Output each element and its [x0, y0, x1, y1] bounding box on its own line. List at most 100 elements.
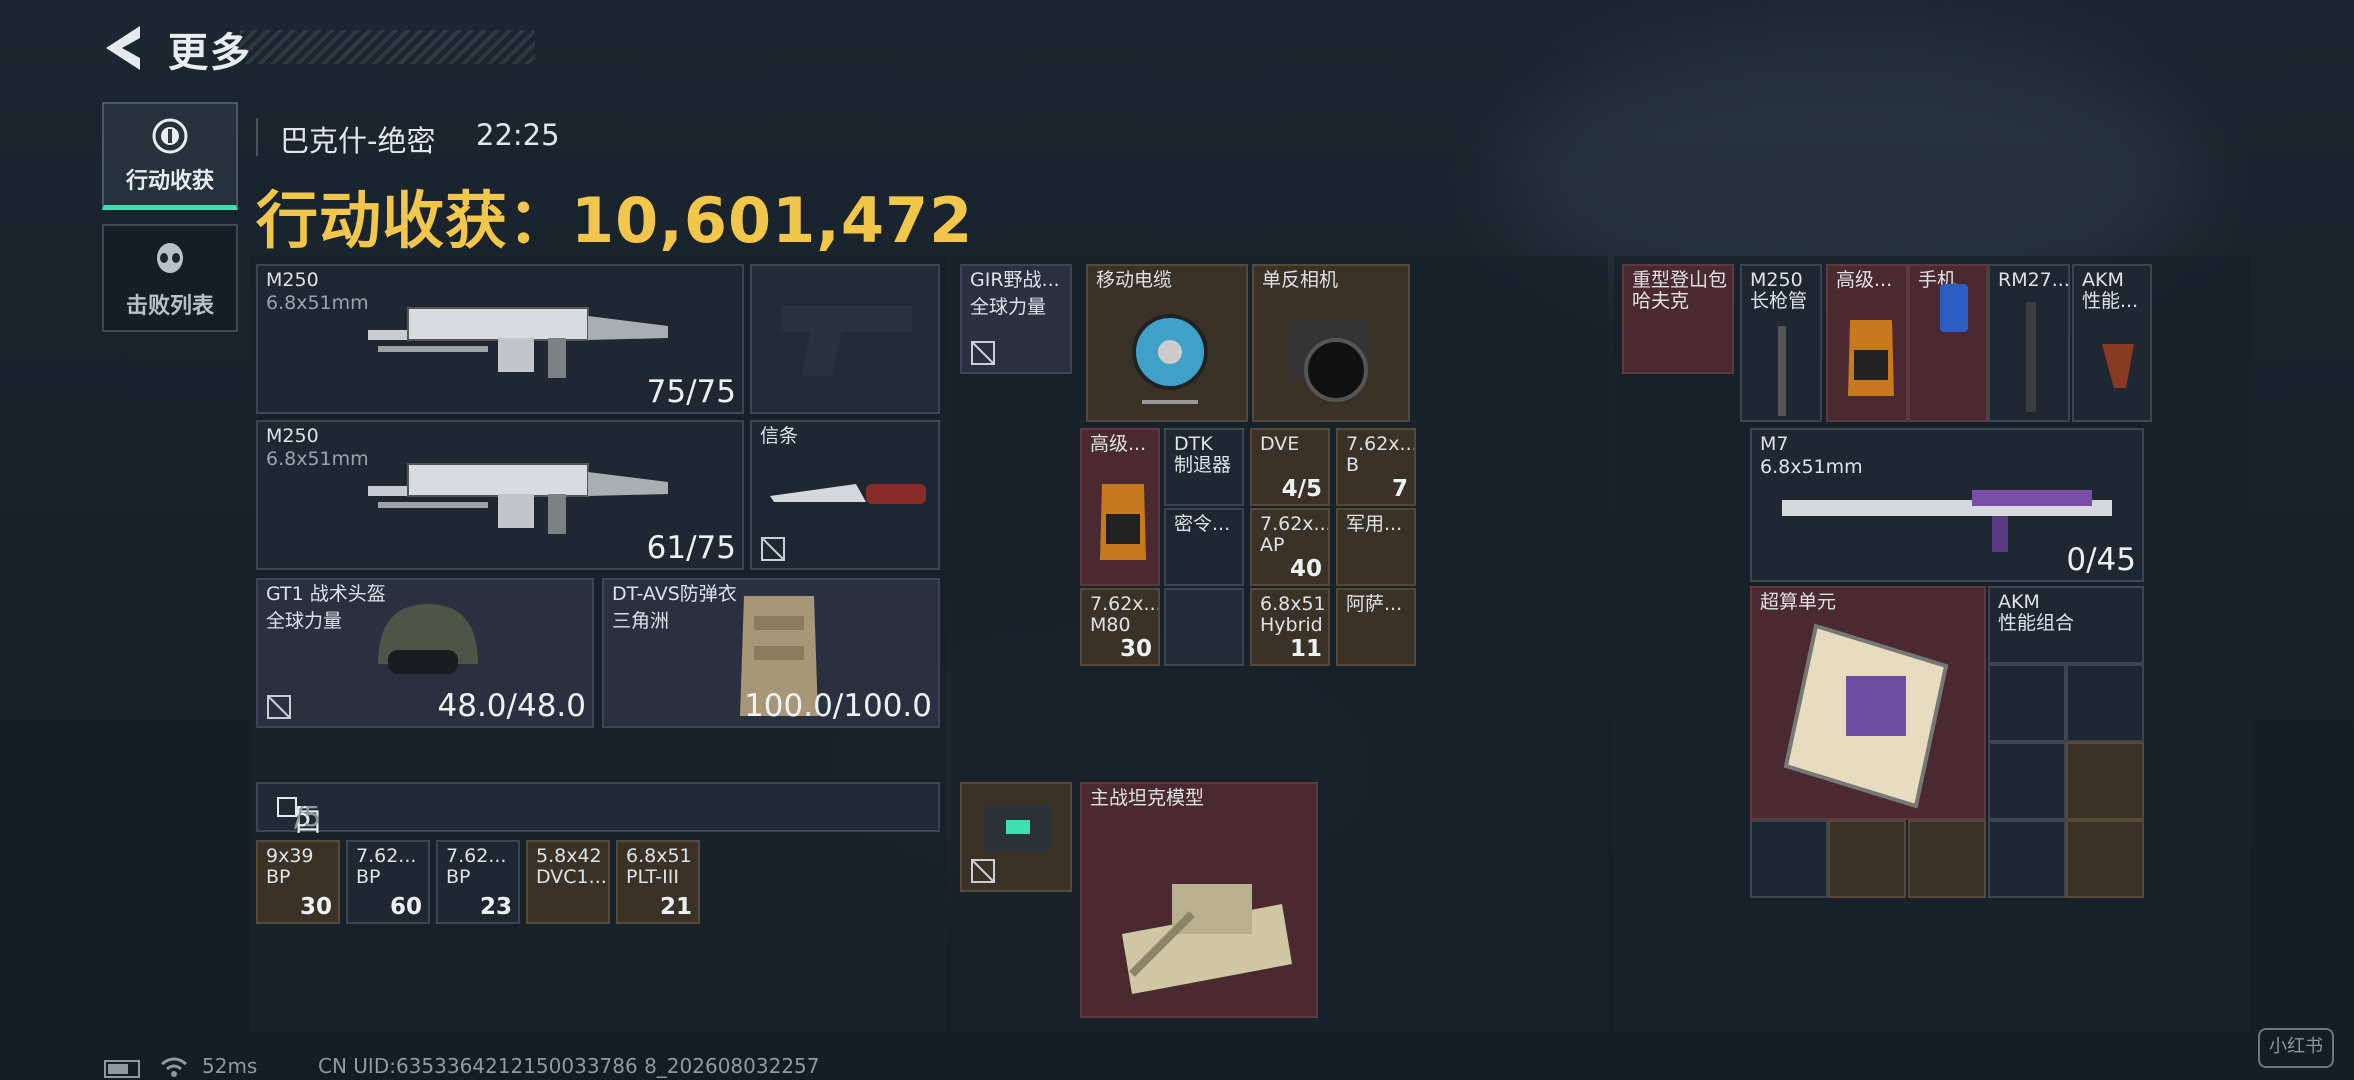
melee-slot[interactable]: 信条	[750, 420, 940, 570]
item-name: 重型登山包 哈夫克	[1632, 269, 1728, 312]
item-count: 23	[479, 894, 512, 920]
backpack-item[interactable]: AKM 性能...	[2072, 264, 2152, 422]
item-name: 7.62x... B	[1346, 433, 1416, 476]
supercomputer-unit-icon	[1783, 623, 1949, 809]
coffee-bag-icon	[1848, 320, 1894, 396]
ping-value: 52ms	[202, 1054, 258, 1078]
primary-weapon-slot[interactable]: M250 6.8x51mm 75/75	[256, 264, 744, 414]
armor-name: DT-AVS防弹衣	[612, 583, 737, 605]
storage-empty-slot[interactable]	[1164, 588, 1244, 666]
machine-gun-icon	[368, 307, 668, 378]
item-name: 主战坦克模型	[1090, 787, 1205, 809]
armor-durability: 100.0/100.0	[744, 688, 932, 724]
player-uid: CN UID:6353364212150033786 8_20260803225…	[318, 1054, 820, 1078]
safe-box-slot[interactable]	[960, 782, 1072, 892]
unlocked-icon	[267, 695, 291, 719]
storage-item[interactable]: 阿萨...	[1336, 588, 1416, 666]
backpack-item[interactable]	[1908, 820, 1986, 898]
grip-icon	[2102, 344, 2134, 388]
backpack-item[interactable]: RM27...	[1988, 264, 2070, 422]
item-name: 5.8x42 DVC1...	[536, 845, 607, 888]
total-label: 行动收获：	[256, 184, 572, 257]
pocket-item[interactable]: 5.8x42 DVC1...	[526, 840, 610, 924]
item-count: 11	[1289, 636, 1322, 662]
pocket-item[interactable]: 7.62... BP 60	[346, 840, 430, 924]
backpack-slot[interactable]: 重型登山包 哈夫克	[1622, 264, 1734, 374]
armor-slot[interactable]: DT-AVS防弹衣 三角洲 100.0/100.0	[602, 578, 940, 728]
backpack-item[interactable]	[1988, 742, 2066, 820]
armor-brand: 三角洲	[612, 610, 670, 632]
item-name: DVE	[1260, 433, 1300, 455]
item-count: 30	[1119, 636, 1152, 662]
item-name: RM27...	[1998, 269, 2070, 291]
item-name: DTK 制退器	[1174, 433, 1232, 476]
helmet-durability: 48.0/48.0	[437, 688, 587, 724]
item-count: 30	[299, 894, 332, 920]
tab-label: 行动收获	[125, 169, 214, 194]
unlocked-icon	[971, 341, 995, 365]
backpack-item[interactable]	[2066, 664, 2144, 742]
item-count: 40	[1289, 556, 1322, 582]
title-decoration	[240, 30, 535, 64]
page-title: 更多	[168, 30, 252, 76]
helmet-slot[interactable]: GT1 战术头盔 全球力量 48.0/48.0	[256, 578, 594, 728]
storage-item[interactable]: DTK 制退器	[1164, 428, 1244, 506]
phone-icon	[1940, 284, 1968, 332]
weapon-in-backpack[interactable]: M7 6.8x51mm 0/45	[1750, 428, 2144, 582]
storage-item[interactable]: 高级...	[1080, 428, 1160, 586]
pocket-item[interactable]: 7.62... BP 23	[436, 840, 520, 924]
backpack-item[interactable]	[1750, 820, 1828, 898]
chest-rig-slot[interactable]: GIR野战... 全球力量	[960, 264, 1072, 374]
backpack-item[interactable]	[1988, 664, 2066, 742]
pistol-silhouette-icon	[782, 306, 912, 376]
backpack-item[interactable]	[1828, 820, 1906, 898]
storage-item[interactable]: 单反相机	[1252, 264, 1410, 422]
item-count: 60	[389, 894, 422, 920]
total-value: 行动收获：10,601,472	[256, 170, 973, 260]
storage-item[interactable]: 密令...	[1164, 508, 1244, 586]
back-arrow-icon[interactable]	[100, 22, 148, 74]
ammo-count: 61/75	[646, 530, 736, 566]
storage-item[interactable]: 7.62x... B 7	[1336, 428, 1416, 506]
storage-item[interactable]: 7.62x... AP 40	[1250, 508, 1330, 586]
cable-reel-icon	[1132, 314, 1208, 404]
backpack-item[interactable]: 高级...	[1826, 264, 1908, 422]
weapon-name: M250	[266, 425, 319, 447]
secondary-weapon-slot[interactable]: M250 6.8x51mm 61/75	[256, 420, 744, 570]
tab-defeat-list[interactable]: 击败列表	[102, 224, 238, 332]
storage-item[interactable]: 移动电缆	[1086, 264, 1248, 422]
battery-icon	[104, 1060, 140, 1078]
item-count: 21	[659, 894, 692, 920]
backpack-item[interactable]	[2066, 820, 2144, 898]
divider	[256, 118, 258, 156]
item-name: 单反相机	[1262, 269, 1339, 291]
ammo-count: 0/45	[2066, 542, 2136, 578]
storage-item[interactable]: 军用...	[1336, 508, 1416, 586]
storage-item[interactable]: 7.62x... M80 30	[1080, 588, 1160, 666]
backpack-item[interactable]: M250 长枪管	[1740, 264, 1822, 422]
storage-item[interactable]: 6.8x51 Hybrid 11	[1250, 588, 1330, 666]
pocket-item[interactable]: 9x39 BP 30	[256, 840, 340, 924]
melee-name: 信条	[760, 425, 799, 447]
backpack-item[interactable]: 手机	[1908, 264, 1988, 422]
tab-label: 击败列表	[125, 294, 214, 319]
safe-box-icon	[984, 804, 1052, 852]
map-name: 巴克什-绝密	[280, 124, 436, 158]
backpack-item[interactable]: 超算单元	[1750, 586, 1986, 820]
item-name: 7.62x... M80	[1090, 593, 1160, 636]
alien-skull-icon	[157, 243, 183, 273]
camera-icon	[1290, 320, 1370, 402]
item-name: 7.62... BP	[446, 845, 507, 888]
backpack-item[interactable]	[2066, 742, 2144, 820]
pocket-item[interactable]: 6.8x51 PLT-III 21	[616, 840, 700, 924]
backpack-item[interactable]	[1988, 820, 2066, 898]
item-name: 6.8x51 Hybrid	[1260, 593, 1326, 636]
wifi-icon	[161, 1057, 187, 1077]
backpack-item[interactable]: AKM 性能组合	[1988, 586, 2144, 664]
storage-item[interactable]: DVE 4/5	[1250, 428, 1330, 506]
item-name: 6.8x51 PLT-III	[626, 845, 692, 888]
storage-item[interactable]: 主战坦克模型	[1080, 782, 1318, 1018]
tab-operation-gains[interactable]: 行动收获	[102, 102, 238, 210]
knife-icon	[770, 484, 926, 504]
sidearm-slot[interactable]	[750, 264, 940, 414]
